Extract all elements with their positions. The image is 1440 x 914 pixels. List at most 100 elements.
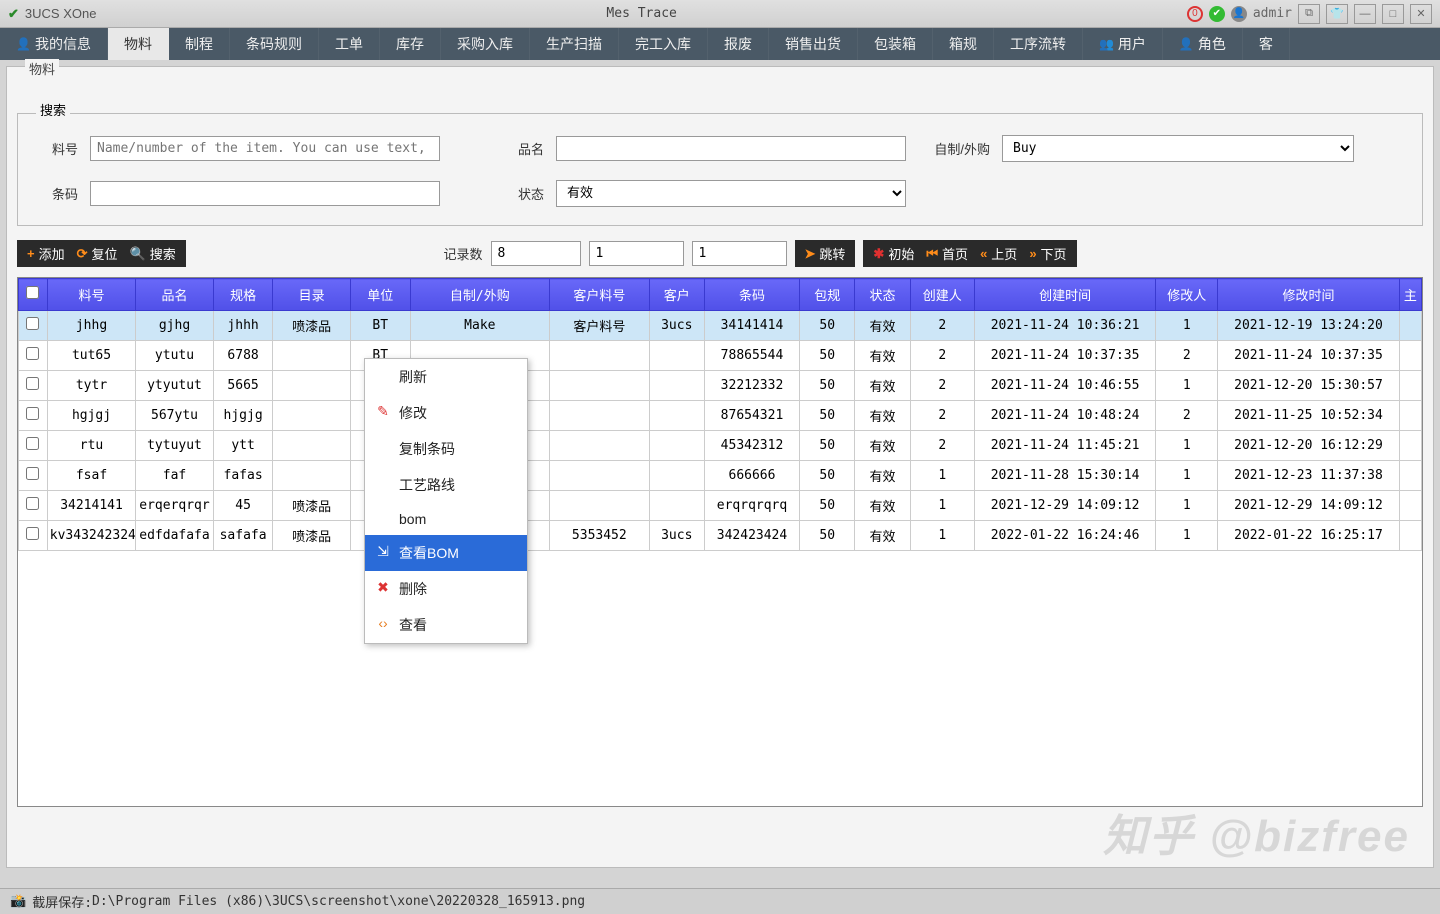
search-button[interactable]: 🔍搜索	[130, 244, 176, 263]
window-detach-icon[interactable]: ⧉	[1298, 4, 1320, 24]
nav-item-客[interactable]: 客	[1243, 28, 1290, 60]
column-header[interactable]: 客户	[649, 279, 704, 311]
minimize-icon[interactable]: —	[1354, 4, 1376, 24]
table-row[interactable]: kv343242324edfdafafasafafa喷漆品BT53534523u…	[19, 521, 1422, 551]
context-menu-item[interactable]: bom	[365, 503, 527, 535]
nav-item-制程[interactable]: 制程	[169, 28, 230, 60]
cell-custpn	[550, 371, 650, 401]
nav-item-销售出货[interactable]: 销售出货	[769, 28, 858, 60]
cell-cat	[273, 431, 350, 461]
row-checkbox[interactable]	[26, 317, 39, 330]
table-row[interactable]: tut65ytutu6788BT7886554450有效22021-11-24 …	[19, 341, 1422, 371]
table-row[interactable]: tytrytyutut5665BT3221233250有效22021-11-24…	[19, 371, 1422, 401]
page-current-input[interactable]	[692, 241, 787, 266]
column-header[interactable]: 规格	[213, 279, 273, 311]
column-header[interactable]: 修改人	[1156, 279, 1218, 311]
row-checkbox[interactable]	[26, 467, 39, 480]
notification-badge-green[interactable]: ✔	[1209, 6, 1225, 22]
close-icon[interactable]: ✕	[1410, 4, 1432, 24]
name-input[interactable]	[556, 136, 906, 161]
cell-mby: 1	[1156, 371, 1218, 401]
nav-item-包装箱[interactable]: 包装箱	[858, 28, 933, 60]
row-checkbox[interactable]	[26, 347, 39, 360]
nav-item-角色[interactable]: 👤角色	[1163, 28, 1243, 60]
context-menu-item[interactable]: ‹›查看	[365, 607, 527, 643]
column-header[interactable]: 单位	[350, 279, 410, 311]
column-header[interactable]: 创建时间	[974, 279, 1155, 311]
nav-item-报废[interactable]: 报废	[708, 28, 769, 60]
cell-status: 有效	[855, 491, 910, 521]
context-menu-item[interactable]: 复制条码	[365, 431, 527, 467]
cell-make: Make	[410, 311, 549, 341]
context-menu-item[interactable]: ✖删除	[365, 571, 527, 607]
column-header[interactable]	[19, 279, 48, 311]
context-menu-item[interactable]: 刷新	[365, 359, 527, 395]
column-header[interactable]: 创建人	[910, 279, 974, 311]
column-header[interactable]: 料号	[47, 279, 136, 311]
records-input[interactable]	[491, 241, 581, 266]
cell-cby: 2	[910, 341, 974, 371]
column-header[interactable]: 状态	[855, 279, 910, 311]
column-header[interactable]: 品名	[136, 279, 213, 311]
nav-item-物料[interactable]: 物料	[108, 28, 169, 60]
column-header[interactable]: 自制/外购	[410, 279, 549, 311]
jump-button[interactable]: ➤跳转	[805, 244, 846, 263]
table-row[interactable]: hgjgj567ytuhjgjgBT8765432150有效22021-11-2…	[19, 401, 1422, 431]
maximize-icon[interactable]: □	[1382, 4, 1404, 24]
barcode-input[interactable]	[90, 181, 440, 206]
reset-button[interactable]: ⟳复位	[77, 244, 118, 263]
page-total-input[interactable]	[589, 241, 684, 266]
table-row[interactable]: rtutytuyutyttBT4534231250有效22021-11-24 1…	[19, 431, 1422, 461]
buy-select[interactable]: Buy	[1002, 135, 1354, 162]
cell-custpn	[550, 491, 650, 521]
column-header[interactable]: 修改时间	[1218, 279, 1399, 311]
column-header[interactable]: 条码	[704, 279, 799, 311]
nav-item-工序流转[interactable]: 工序流转	[994, 28, 1083, 60]
column-header[interactable]: 客户料号	[550, 279, 650, 311]
context-menu-item[interactable]: ⇲查看BOM	[365, 535, 527, 571]
cell-partno: hgjgj	[47, 401, 136, 431]
cell-spec: jhhh	[213, 311, 273, 341]
window-tool-icon[interactable]: 👕	[1326, 4, 1348, 24]
cell-barcode: 87654321	[704, 401, 799, 431]
row-checkbox[interactable]	[26, 437, 39, 450]
column-header[interactable]: 主	[1399, 279, 1421, 311]
cell-status: 有效	[855, 341, 910, 371]
column-header[interactable]: 目录	[273, 279, 350, 311]
next-page-button[interactable]: »下页	[1029, 244, 1066, 263]
prev-page-button[interactable]: «上页	[980, 244, 1017, 263]
add-button[interactable]: +添加	[27, 244, 65, 263]
partno-input[interactable]	[90, 136, 440, 161]
init-button[interactable]: ✱初始	[873, 244, 914, 263]
nav-item-采购入库[interactable]: 采购入库	[441, 28, 530, 60]
cell-cat	[273, 461, 350, 491]
nav-item-完工入库[interactable]: 完工入库	[619, 28, 708, 60]
row-checkbox[interactable]	[26, 497, 39, 510]
first-page-button[interactable]: ⏮首页	[926, 244, 968, 263]
table-row[interactable]: jhhggjhgjhhh喷漆品BTMake客户料号3ucs3414141450有…	[19, 311, 1422, 341]
select-all-checkbox[interactable]	[26, 286, 39, 299]
nav-item-库存[interactable]: 库存	[380, 28, 441, 60]
nav-item-箱规[interactable]: 箱规	[933, 28, 994, 60]
column-header[interactable]: 包规	[800, 279, 855, 311]
nav-item-条码规则[interactable]: 条码规则	[230, 28, 319, 60]
user-avatar-icon[interactable]: 👤	[1231, 6, 1247, 22]
nav-item-工单[interactable]: 工单	[319, 28, 380, 60]
notification-badge-red[interactable]: 0	[1187, 6, 1203, 22]
cell-cby: 2	[910, 401, 974, 431]
cell-cust	[649, 401, 704, 431]
cell-name: gjhg	[136, 311, 213, 341]
nav-item-我的信息[interactable]: 👤我的信息	[0, 28, 108, 60]
row-checkbox[interactable]	[26, 407, 39, 420]
cell-cust	[649, 491, 704, 521]
context-menu-item[interactable]: ✎修改	[365, 395, 527, 431]
status-select[interactable]: 有效	[556, 180, 906, 207]
nav-item-用户[interactable]: 👥用户	[1083, 28, 1163, 60]
table-row[interactable]: 34214141erqerqrqr45喷漆品BTerqrqrqrq50有效120…	[19, 491, 1422, 521]
row-checkbox[interactable]	[26, 377, 39, 390]
nav-item-生产扫描[interactable]: 生产扫描	[530, 28, 619, 60]
cell-pkg: 50	[800, 521, 855, 551]
row-checkbox[interactable]	[26, 527, 39, 540]
context-menu-item[interactable]: 工艺路线	[365, 467, 527, 503]
table-row[interactable]: fsaffaffafasBT66666650有效12021-11-28 15:3…	[19, 461, 1422, 491]
